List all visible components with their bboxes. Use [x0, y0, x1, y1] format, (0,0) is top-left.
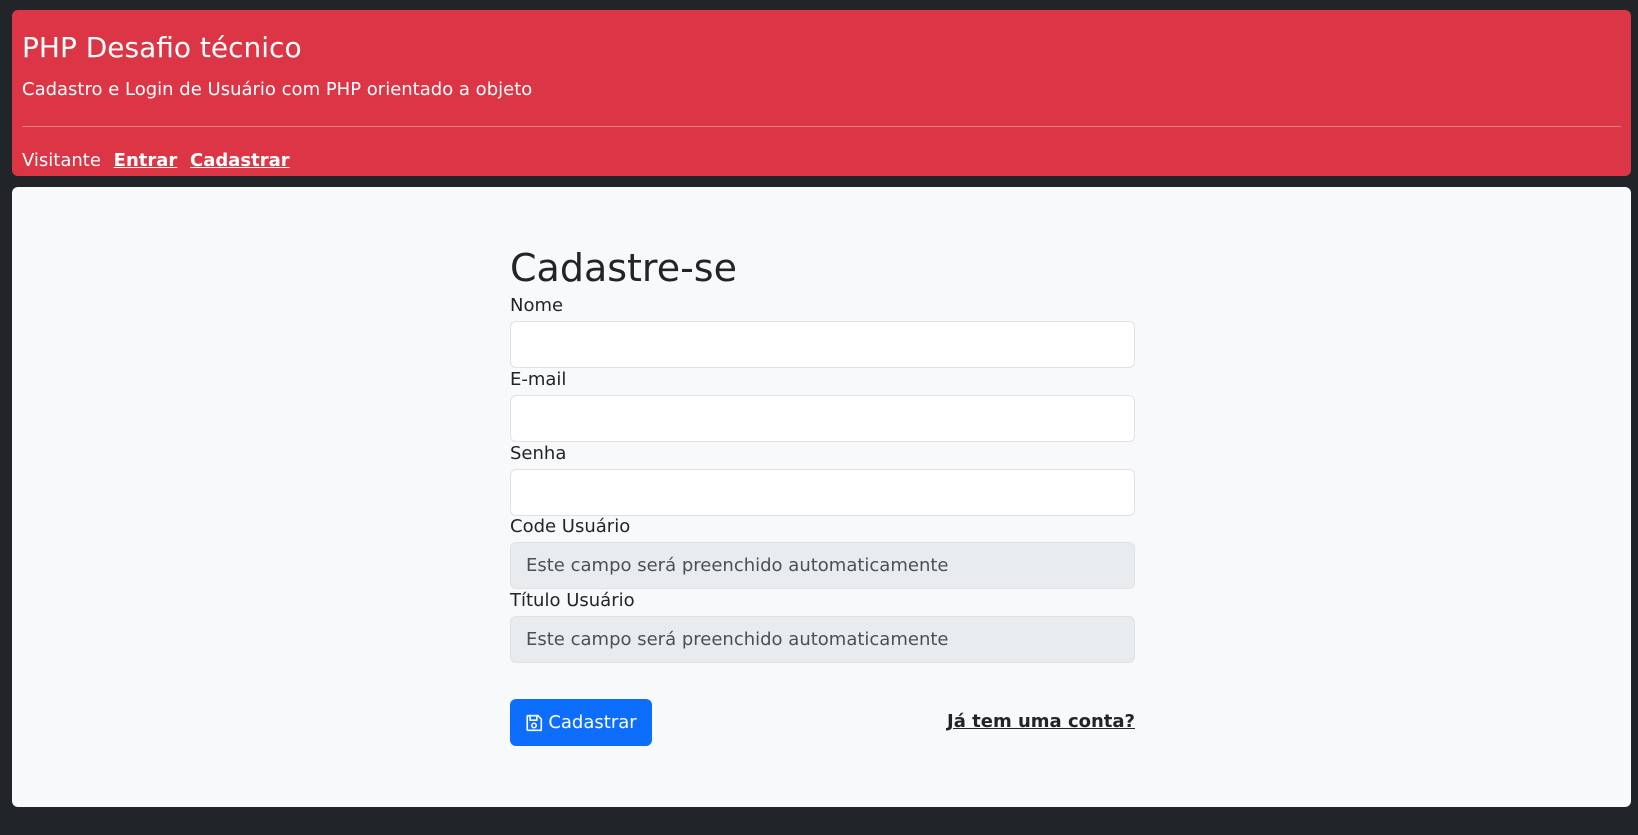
header-divider [22, 126, 1621, 127]
user-code-input[interactable] [510, 542, 1135, 589]
main-content: Cadastre-se Nome E-mail Senha Code Usuár… [12, 187, 1631, 807]
name-input[interactable] [510, 321, 1135, 368]
email-label: E-mail [510, 369, 567, 390]
password-input[interactable] [510, 469, 1135, 516]
name-label: Nome [510, 295, 564, 316]
app-title: PHP Desafio técnico [22, 31, 302, 64]
app-subtitle: Cadastro e Login de Usuário com PHP orie… [22, 79, 533, 100]
user-title-label: Título Usuário [510, 590, 635, 611]
register-button[interactable]: Cadastrar [510, 699, 652, 746]
existing-account-link[interactable]: Já tem uma conta? [947, 710, 1135, 734]
user-title-input[interactable] [510, 616, 1135, 663]
register-button-label: Cadastrar [548, 712, 637, 733]
form-title: Cadastre-se [510, 246, 737, 290]
email-input[interactable] [510, 395, 1135, 442]
password-label: Senha [510, 443, 567, 464]
floppy-disk-icon [525, 714, 543, 732]
site-header: PHP Desafio técnico Cadastro e Login de … [12, 10, 1631, 176]
register-link[interactable]: Cadastrar [190, 150, 290, 171]
user-code-label: Code Usuário [510, 516, 631, 537]
user-status: Visitante [22, 150, 101, 171]
login-link[interactable]: Entrar [114, 150, 178, 171]
header-nav: Visitante Entrar Cadastrar [22, 149, 297, 173]
